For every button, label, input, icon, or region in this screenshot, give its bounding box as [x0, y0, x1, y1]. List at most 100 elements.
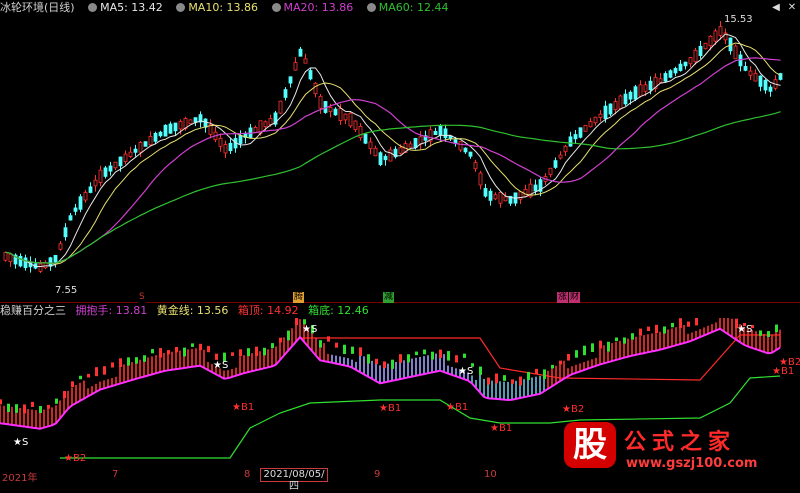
indicator-bar [351, 346, 354, 354]
candlestick [493, 192, 498, 201]
candlestick [373, 145, 378, 157]
event-mark[interactable]: 减 [383, 292, 395, 303]
indicator-bar [327, 336, 330, 342]
indicator-bar [399, 354, 402, 363]
indicator-bar [655, 324, 658, 333]
candlestick [148, 131, 153, 146]
chart-window[interactable]: ◀ ✕ 冰轮环境(日线) MA5: 13.42 MA10: 13.86 MA20… [0, 0, 800, 492]
candlestick [143, 141, 148, 147]
indicator-bar [375, 358, 378, 365]
candlestick [33, 258, 38, 270]
signal-label: ★B1 [772, 366, 795, 377]
candlestick [513, 192, 518, 207]
indicator-bar [527, 371, 530, 381]
candlestick [213, 126, 218, 143]
candlestick [113, 161, 118, 170]
candlestick [738, 50, 743, 72]
candlestick [558, 151, 563, 160]
indicator-bar [583, 345, 586, 356]
indicator-bar [31, 401, 34, 407]
candlestick [583, 124, 588, 132]
candlestick [298, 46, 303, 57]
indicator-bar [71, 381, 74, 387]
signal-label: ★B1 [379, 403, 402, 414]
indicator-bar [271, 343, 274, 349]
candlestick [78, 194, 83, 213]
circle-icon [366, 3, 376, 12]
indicator-item: 箱底: 12.46 [308, 304, 369, 317]
time-axis-label: 9 [374, 469, 381, 480]
candlestick [523, 184, 528, 198]
low-price-label: 7.55 [55, 285, 78, 296]
indicator-bar [87, 373, 90, 378]
candlestick [103, 165, 108, 179]
candlestick [363, 133, 368, 145]
candlestick [313, 81, 318, 98]
logo-badge: 股 [564, 422, 616, 468]
candlestick [753, 69, 758, 82]
indicator-bar [143, 355, 146, 362]
indicator-bar [575, 350, 578, 358]
indicator-bar [335, 342, 338, 348]
candlestick [283, 87, 288, 101]
ma60-line [5, 111, 781, 264]
indicator-bar [359, 347, 362, 356]
candlestick [663, 71, 668, 83]
candlestick [438, 124, 443, 141]
candlestick [188, 119, 193, 125]
candlestick [218, 133, 223, 152]
candlestick [23, 254, 28, 271]
indicator-bar [599, 340, 602, 349]
indicator-bar [687, 321, 690, 327]
indicator-bar [463, 353, 466, 358]
close-icon[interactable]: ✕ [786, 2, 798, 14]
candlestick [368, 137, 373, 155]
indicator-bar [0, 399, 2, 405]
arrow-left-icon[interactable]: ◀ [770, 2, 782, 14]
candlestick [393, 146, 398, 159]
indicator-bar [631, 333, 634, 340]
candlestick [743, 61, 748, 72]
indicator-bar [7, 403, 10, 413]
indicator-bar [15, 404, 18, 413]
indicator-bar [455, 355, 458, 363]
event-mark[interactable]: 腾 [293, 292, 305, 303]
candlestick [133, 144, 138, 157]
candlestick [658, 72, 663, 83]
event-mark[interactable]: 涨 [557, 292, 569, 303]
indicator-bar [519, 376, 522, 386]
indicator-bar [23, 404, 26, 414]
signal-label: ★B1 [446, 402, 469, 413]
candlestick [58, 241, 63, 251]
candlestick [408, 141, 413, 148]
candlestick [473, 159, 478, 172]
signal-label: ★S [737, 324, 753, 335]
indicator-bar [591, 343, 594, 353]
indicator-bar [663, 326, 666, 334]
candlestick [53, 254, 58, 268]
candlestick [3, 251, 8, 262]
ma-item: MA60: 12.44 [363, 1, 448, 14]
indicator-bar [503, 375, 506, 381]
event-mark[interactable]: S [138, 292, 146, 303]
candlestick [703, 42, 708, 50]
indicator-bar [263, 347, 266, 356]
candlestick [358, 123, 363, 141]
indicator-bar [511, 379, 514, 384]
candlestick [578, 127, 583, 139]
indicator-bar [191, 343, 194, 347]
candlestick [618, 94, 623, 110]
candlestick [563, 144, 568, 157]
candlestick [253, 125, 258, 133]
indicator-bar [247, 348, 250, 357]
price-chart[interactable] [0, 14, 800, 304]
indicator-bar [279, 337, 282, 343]
indicator-bar [127, 357, 130, 366]
candlestick [768, 84, 773, 97]
signal-label: ★B2 [562, 404, 585, 415]
candlestick [463, 147, 468, 154]
candlestick [353, 120, 358, 132]
signal-label: ★S [458, 366, 474, 377]
circle-icon [88, 3, 98, 12]
event-mark[interactable]: 财 [569, 292, 581, 303]
